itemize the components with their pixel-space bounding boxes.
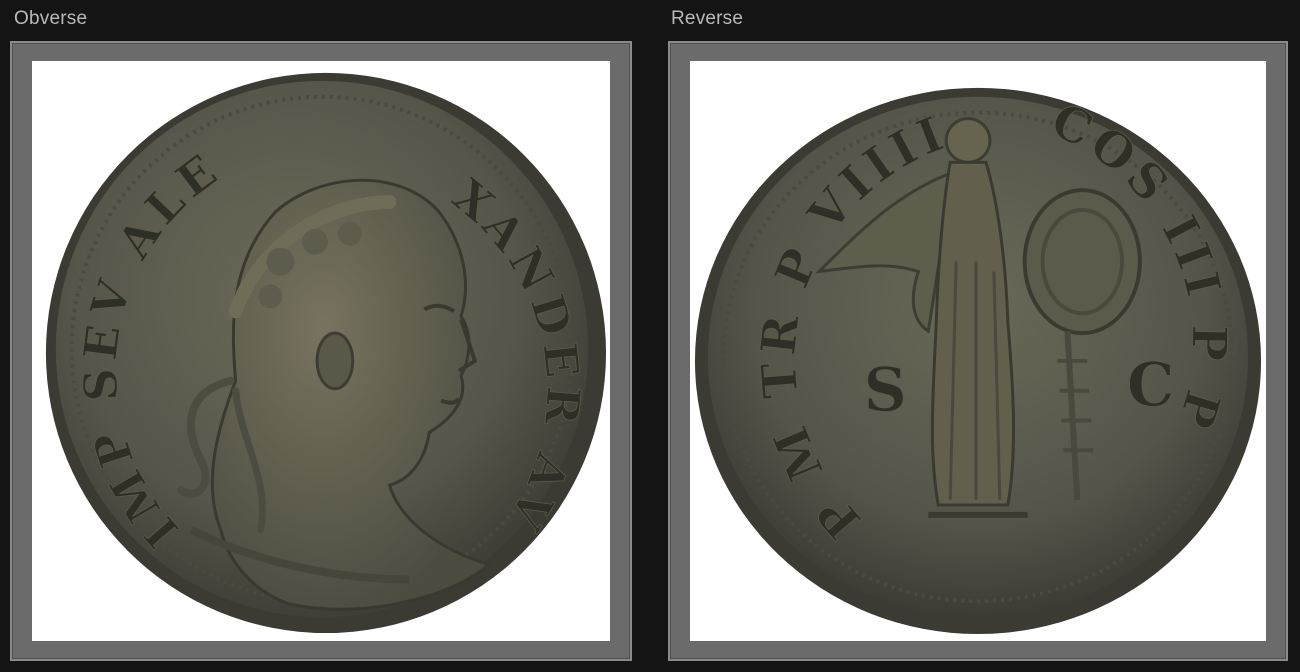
reverse-label: Reverse <box>671 8 744 29</box>
reverse-frame: P M TR P VIIII COS III P P S C <box>668 41 1288 661</box>
obverse-image[interactable]: IMP SEV ALE XANDER AV <box>32 61 610 641</box>
reverse-field-c: C <box>1127 351 1174 421</box>
obverse-label: Obverse <box>14 8 88 29</box>
reverse-image[interactable]: P M TR P VIIII COS III P P S C <box>690 61 1266 641</box>
coin-obverse-icon: IMP SEV ALE XANDER AV <box>45 72 607 634</box>
reverse-field-s: S <box>864 356 907 426</box>
coin-reverse-icon: P M TR P VIIII COS III P P S C <box>694 87 1262 635</box>
obverse-frame: IMP SEV ALE XANDER AV <box>10 41 632 661</box>
